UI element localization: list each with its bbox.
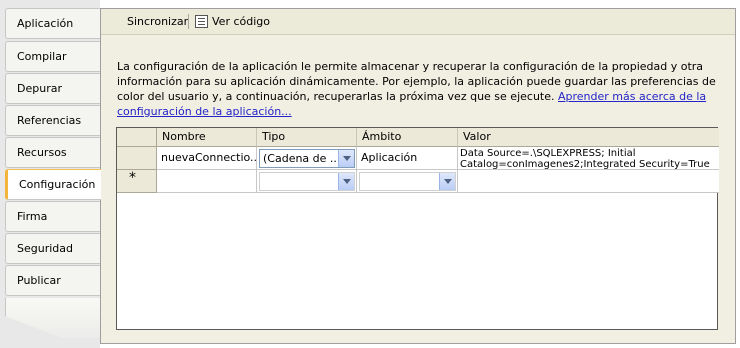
settings-panel: Sincronizar Ver código La configuración …	[100, 8, 736, 344]
tab-seguridad[interactable]: Seguridad	[5, 233, 100, 264]
tab-aplicacion[interactable]: Aplicación	[5, 8, 100, 39]
new-scope-cell	[357, 170, 458, 193]
column-header-nombre[interactable]: Nombre	[157, 128, 257, 147]
tab-referencias[interactable]: Referencias	[5, 105, 100, 136]
new-type-dropdown[interactable]	[259, 172, 355, 191]
new-type-cell	[257, 170, 357, 193]
settings-tab-strip: Aplicación Compilar Depurar Referencias …	[0, 0, 101, 348]
type-dropdown-value: (Cadena de ...	[263, 152, 341, 165]
grid-corner	[117, 128, 157, 147]
column-header-ambito[interactable]: Ámbito	[357, 128, 458, 147]
new-row-marker: *	[129, 170, 136, 186]
new-name-cell[interactable]	[157, 170, 257, 193]
tab-recursos[interactable]: Recursos	[5, 137, 100, 168]
sync-button[interactable]: Sincronizar	[127, 15, 188, 28]
column-header-valor[interactable]: Valor	[458, 128, 719, 147]
settings-description: La configuración de la aplicación le per…	[117, 59, 717, 119]
setting-value-text: Data Source=.\SQLEXPRESS; Initial Catalo…	[460, 148, 710, 170]
row-header[interactable]	[117, 147, 157, 170]
tab-publicar[interactable]: Publicar	[5, 265, 100, 296]
column-header-tipo[interactable]: Tipo	[257, 128, 357, 147]
new-row-header[interactable]	[117, 170, 157, 193]
tab-firma[interactable]: Firma	[5, 201, 100, 232]
settings-toolbar: Sincronizar Ver código	[101, 9, 735, 35]
tab-configuracion[interactable]: Configuración	[5, 169, 101, 200]
tab-depurar[interactable]: Depurar	[5, 73, 100, 104]
setting-name-cell[interactable]: nuevaConnectio...	[157, 147, 257, 170]
code-file-icon[interactable]	[195, 15, 208, 28]
setting-type-cell: (Cadena de ...	[257, 147, 357, 170]
type-dropdown[interactable]: (Cadena de ...	[259, 149, 355, 168]
chevron-down-icon[interactable]	[338, 173, 354, 190]
new-value-cell[interactable]	[458, 170, 719, 193]
tab-compilar[interactable]: Compilar	[5, 41, 100, 72]
tab-strip-tail	[5, 298, 100, 338]
settings-grid: Nombre Tipo Ámbito Valor nuevaConnectio.…	[116, 127, 719, 330]
chevron-down-icon[interactable]	[439, 173, 455, 190]
view-code-button[interactable]: Ver código	[212, 15, 270, 28]
setting-scope-cell[interactable]: Aplicación	[357, 147, 458, 170]
chevron-down-icon[interactable]	[338, 150, 354, 167]
new-scope-dropdown[interactable]	[359, 172, 456, 191]
toolbar-separator	[188, 14, 189, 29]
